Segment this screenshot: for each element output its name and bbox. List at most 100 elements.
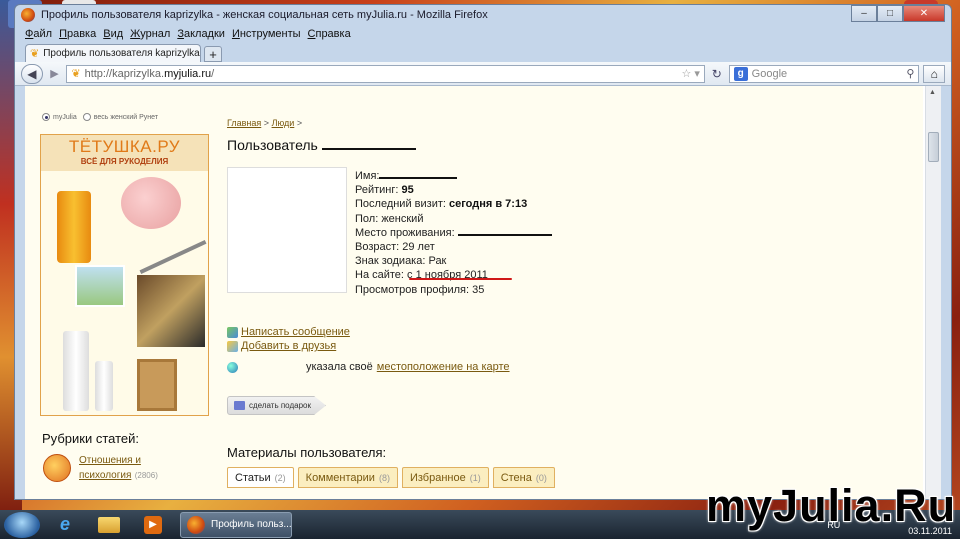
task-label: Профиль польз... xyxy=(211,519,292,530)
last-visit-row: Последний визит: сегодня в 7:13 xyxy=(355,198,528,211)
red-underline-annotation xyxy=(409,278,512,280)
ad-header: ТЁТУШКА.РУ ВСЁ ДЛЯ РУКОДЕЛИЯ xyxy=(41,135,208,171)
menu-file[interactable]: Файл xyxy=(25,28,52,40)
firefox-window: Профиль пользователя kaprizylka - женска… xyxy=(14,4,952,500)
rubric-count: (2806) xyxy=(134,471,158,480)
menu-tools[interactable]: Инструменты xyxy=(232,28,301,40)
titlebar: Профиль пользователя kaprizylka - женска… xyxy=(15,5,951,25)
tab-favorites[interactable]: Избранное (1) xyxy=(401,467,489,488)
map-text: указала своё xyxy=(306,361,373,373)
wooden-box-image xyxy=(137,359,177,411)
relationships-icon xyxy=(43,454,71,482)
url-text: http://kaprizylka.myjulia.ru/ xyxy=(84,67,215,80)
materials-tabs: Статьи (2) Комментарии (8) Избранное (1) Ст… xyxy=(227,467,555,488)
page-body: myJulia весь женский Рунет ТЁТУШКА.РУ ВС… xyxy=(25,86,923,499)
scroll-up-icon[interactable]: ▲ xyxy=(929,89,936,96)
yarn-ball-image xyxy=(121,177,181,229)
navigation-toolbar: ◀ ▶ ❦ http://kaprizylka.myjulia.ru/ ☆ ▾ … xyxy=(15,62,951,86)
window-title: Профиль пользователя kaprizylka - женска… xyxy=(41,9,488,21)
menu-view[interactable]: Вид xyxy=(103,28,123,40)
back-button[interactable]: ◀ xyxy=(21,63,43,84)
menu-bookmarks[interactable]: Закладки xyxy=(177,28,225,40)
search-icon[interactable]: ⚲ xyxy=(906,67,914,80)
taskbar-media[interactable]: ▶ xyxy=(134,512,172,538)
menu-help[interactable]: Справка xyxy=(308,28,351,40)
map-location-row: указала своё местоположение на карте xyxy=(227,361,510,373)
gift-label: сделать подарок xyxy=(249,401,311,410)
new-tab-button[interactable]: + xyxy=(204,46,222,62)
firefox-logo-icon xyxy=(21,8,35,22)
internet-explorer-icon: e xyxy=(59,514,70,534)
glue-bottle-image xyxy=(63,331,89,411)
redacted-username xyxy=(321,148,416,150)
gift-icon xyxy=(234,401,245,410)
globe-icon xyxy=(227,361,238,373)
zodiac-row: Знак зодиака: Рак xyxy=(355,255,447,268)
add-friend-action[interactable]: Добавить в друзья xyxy=(227,340,336,352)
redacted-location xyxy=(457,233,552,236)
taskbar-firefox-task[interactable]: Профиль польз... xyxy=(180,511,292,538)
views-row: Просмотров профиля: 35 xyxy=(355,283,485,296)
breadcrumb-people[interactable]: Люди xyxy=(272,118,295,128)
butterfly-favicon-icon: ❦ xyxy=(30,48,40,60)
rubric-link-line1[interactable]: Отношения и xyxy=(79,454,158,467)
rubric-link-line2[interactable]: психология xyxy=(79,470,131,481)
tab-label: Профиль пользователя kaprizylka - же... xyxy=(43,48,200,59)
bookmark-star-icon[interactable]: ☆ ▾ xyxy=(681,67,699,80)
tab-strip: ❦ Профиль пользователя kaprizylka - же..… xyxy=(15,42,951,62)
ad-title: ТЁТУШКА.РУ xyxy=(68,137,181,156)
map-location-link[interactable]: местоположение на карте xyxy=(377,361,510,373)
write-message-link[interactable]: Написать сообщение xyxy=(241,326,350,338)
redacted-name xyxy=(379,177,458,179)
age-row: Возраст: 29 лет xyxy=(355,241,435,254)
menu-bar: Файл Правка Вид Журнал Закладки Инструме… xyxy=(15,25,951,42)
breadcrumb-home[interactable]: Главная xyxy=(227,118,261,128)
ad-banner[interactable]: ТЁТУШКА.РУ ВСЁ ДЛЯ РУКОДЕЛИЯ xyxy=(40,134,209,416)
search-placeholder: Google xyxy=(751,67,788,80)
vertical-scrollbar[interactable]: ▲ xyxy=(925,86,941,499)
tab-wall[interactable]: Стена (0) xyxy=(492,467,555,488)
paint-can-image xyxy=(57,191,91,263)
scrollbar-thumb[interactable] xyxy=(928,132,939,162)
menu-history[interactable]: Журнал xyxy=(130,28,170,40)
radio-runet[interactable] xyxy=(82,113,91,121)
search-input[interactable]: g Google ⚲ xyxy=(728,64,920,83)
browser-tab[interactable]: ❦ Профиль пользователя kaprizylka - же..… xyxy=(25,44,201,62)
breadcrumb: Главная > Люди > xyxy=(227,118,302,128)
reload-button[interactable]: ↻ xyxy=(709,66,725,82)
painting-image xyxy=(75,265,125,307)
firefox-icon xyxy=(187,515,205,534)
small-bottle-image xyxy=(95,361,113,411)
close-button[interactable]: ✕ xyxy=(903,5,945,22)
home-button[interactable]: ⌂ xyxy=(923,64,946,83)
radio-myjulia-label: myJulia xyxy=(53,113,77,121)
location-row: Место проживания: xyxy=(355,226,552,240)
gift-button[interactable]: сделать подарок xyxy=(227,396,326,415)
forward-button[interactable]: ▶ xyxy=(47,66,63,82)
page-title: Пользователь xyxy=(227,137,416,153)
breadcrumb-separator: > xyxy=(263,118,270,128)
name-row: Имя: xyxy=(355,169,552,183)
tab-comments[interactable]: Комментарии (8) xyxy=(297,467,398,488)
rubric-item: Отношения и психология (2806) xyxy=(43,454,158,482)
materials-title: Материалы пользователя: xyxy=(227,445,387,460)
write-message-action[interactable]: Написать сообщение xyxy=(227,326,350,338)
tweezers-image xyxy=(139,239,207,275)
profile-photo[interactable] xyxy=(227,167,347,293)
google-icon[interactable]: g xyxy=(733,66,748,81)
window-controls: – □ ✕ xyxy=(851,5,945,22)
start-button[interactable] xyxy=(4,511,40,538)
radio-myjulia[interactable] xyxy=(42,113,50,121)
maximize-button[interactable]: □ xyxy=(877,5,903,22)
radio-runet-label: весь женский Рунет xyxy=(93,113,159,121)
page-viewport: myJulia весь женский Рунет ТЁТУШКА.РУ ВС… xyxy=(25,86,941,499)
menu-edit[interactable]: Правка xyxy=(59,28,96,40)
message-icon xyxy=(227,326,238,338)
add-friend-icon xyxy=(227,340,238,352)
tab-articles[interactable]: Статьи (2) xyxy=(227,467,294,488)
minimize-button[interactable]: – xyxy=(851,5,877,22)
taskbar-ie[interactable]: e xyxy=(46,512,84,538)
add-friend-link[interactable]: Добавить в друзья xyxy=(241,340,336,352)
url-bar[interactable]: ❦ http://kaprizylka.myjulia.ru/ ☆ ▾ xyxy=(66,64,705,83)
taskbar-explorer[interactable] xyxy=(90,512,128,538)
